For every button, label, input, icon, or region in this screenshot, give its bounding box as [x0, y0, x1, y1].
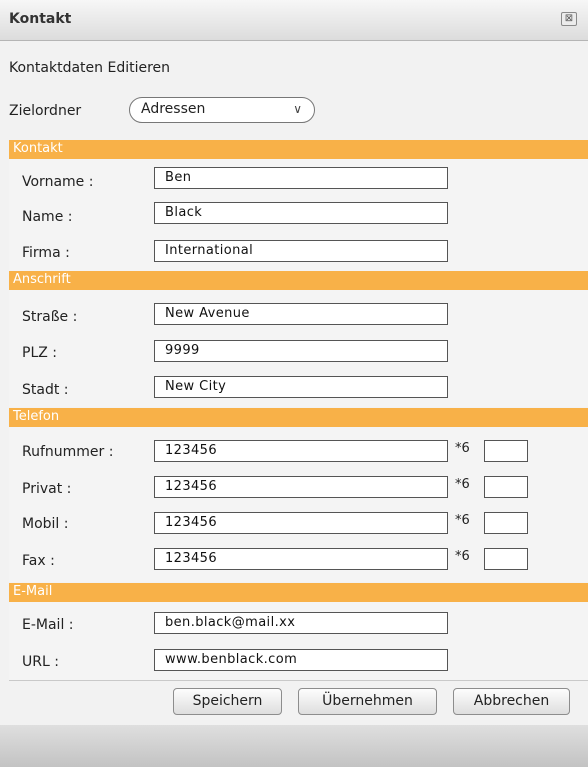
close-icon[interactable]: ⊠: [561, 12, 577, 26]
stadt-label: Stadt :: [22, 382, 69, 398]
dialog-heading: Kontaktdaten Editieren: [9, 60, 171, 76]
url-label: URL :: [22, 654, 59, 670]
apply-button[interactable]: Übernehmen: [298, 688, 437, 715]
vorname-label: Vorname :: [22, 174, 94, 190]
email-label: E-Mail :: [22, 617, 74, 633]
section-header-kontakt: Kontakt: [9, 140, 588, 159]
mobil-field[interactable]: 123456: [154, 512, 448, 534]
rufnummer-ext-label: *6: [455, 441, 470, 456]
save-button[interactable]: Speichern: [173, 688, 282, 715]
rufnummer-ext-field[interactable]: [484, 440, 528, 462]
privat-ext-field[interactable]: [484, 476, 528, 498]
folder-label: Zielordner: [9, 103, 82, 119]
url-field[interactable]: www.benblack.com: [154, 649, 448, 671]
rufnummer-label: Rufnummer :: [22, 444, 114, 460]
fax-ext-field[interactable]: [484, 548, 528, 570]
name-field[interactable]: Black: [154, 202, 448, 224]
cancel-button[interactable]: Abbrechen: [453, 688, 570, 715]
email-field[interactable]: ben.black@mail.xx: [154, 612, 448, 634]
strasse-label: Straße :: [22, 309, 78, 325]
chevron-down-icon: ∨: [293, 102, 302, 116]
folder-select-value: Adressen: [141, 101, 206, 117]
mobil-ext-field[interactable]: [484, 512, 528, 534]
mobil-label: Mobil :: [22, 516, 69, 532]
strasse-field[interactable]: New Avenue: [154, 303, 448, 325]
section-header-email: E-Mail: [9, 583, 588, 602]
section-header-telefon: Telefon: [9, 408, 588, 427]
plz-label: PLZ :: [22, 345, 57, 361]
privat-ext-label: *6: [455, 477, 470, 492]
title-bar[interactable]: Kontakt ⊠: [0, 0, 588, 41]
firma-field[interactable]: International: [154, 240, 448, 262]
firma-label: Firma :: [22, 245, 70, 261]
folder-select[interactable]: Adressen ∨: [129, 97, 315, 123]
stadt-field[interactable]: New City: [154, 376, 448, 398]
privat-field[interactable]: 123456: [154, 476, 448, 498]
plz-field[interactable]: 9999: [154, 340, 448, 362]
name-label: Name :: [22, 209, 73, 225]
rufnummer-field[interactable]: 123456: [154, 440, 448, 462]
fax-field[interactable]: 123456: [154, 548, 448, 570]
section-header-anschrift: Anschrift: [9, 271, 588, 290]
privat-label: Privat :: [22, 481, 72, 497]
bottom-bar: [0, 725, 588, 767]
fax-label: Fax :: [22, 553, 55, 569]
mobil-ext-label: *6: [455, 513, 470, 528]
vorname-field[interactable]: Ben: [154, 167, 448, 189]
window-title: Kontakt: [9, 11, 72, 27]
contact-dialog: Kontakt ⊠ Kontaktdaten Editieren Zielord…: [0, 0, 588, 767]
fax-ext-label: *6: [455, 549, 470, 564]
